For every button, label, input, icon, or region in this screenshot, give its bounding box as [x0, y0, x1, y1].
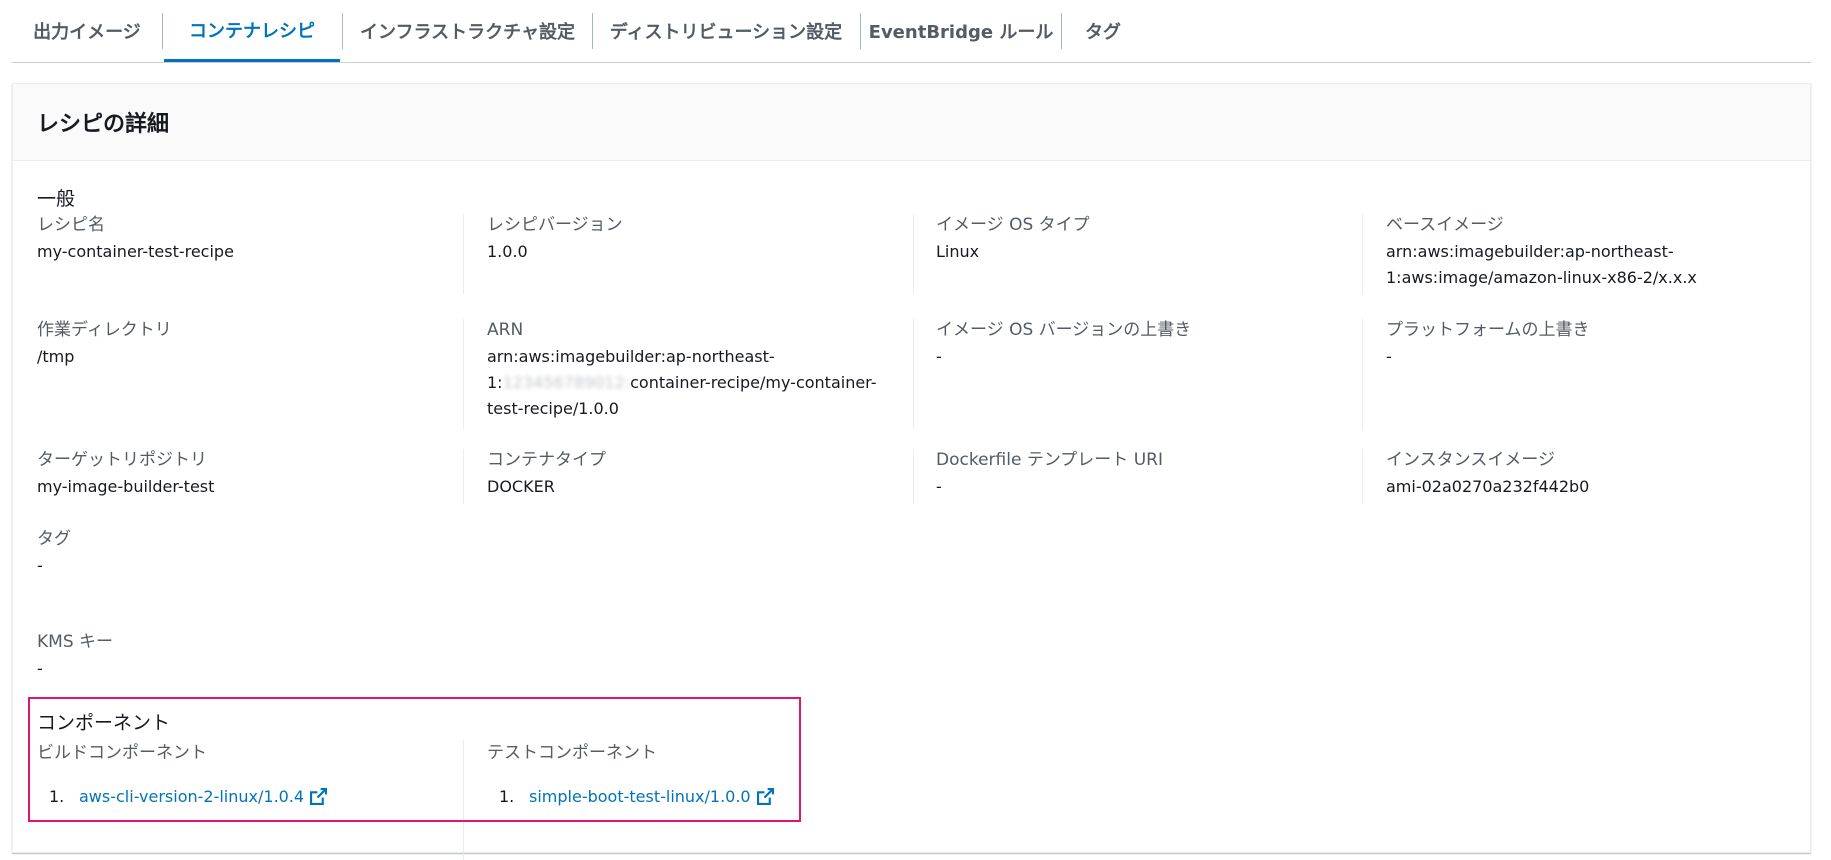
- field-value: Linux: [936, 242, 980, 261]
- field-label: イメージ OS タイプ: [936, 215, 1090, 235]
- field-value: my-image-builder-test: [37, 477, 215, 496]
- tags-field: タグ -: [37, 526, 71, 579]
- column-divider: [463, 319, 464, 429]
- tab-eventbridge-rules[interactable]: EventBridge ルール: [862, 0, 1060, 62]
- tab-divider: [592, 13, 593, 49]
- image-os-type-field: イメージ OS タイプ Linux: [936, 212, 1090, 265]
- field-label: Dockerfile テンプレート URI: [936, 450, 1163, 470]
- field-value: arn:aws:imagebuilder:ap-northeast- 1:aws…: [1386, 239, 1697, 291]
- field-value: DOCKER: [487, 477, 555, 496]
- field-value: 1.0.0: [487, 242, 528, 261]
- column-divider: [913, 214, 914, 294]
- column-divider: [1362, 319, 1363, 429]
- field-label: レシピ名: [37, 215, 105, 235]
- field-label: KMS キー: [37, 632, 114, 652]
- field-value: -: [37, 659, 43, 678]
- arn-suffix: container-recipe/my-container-: [630, 373, 877, 392]
- column-divider: [1362, 214, 1363, 294]
- tab-bar: 出力イメージ コンテナレシピ インフラストラクチャ設定 ディストリビューション設…: [12, 0, 1811, 63]
- field-label: コンテナタイプ: [487, 450, 606, 470]
- field-value-line: 1:aws:image/amazon-linux-x86-2/x.x.x: [1386, 268, 1697, 287]
- platform-override-field: プラットフォームの上書き -: [1386, 317, 1590, 370]
- tab-divider: [162, 13, 163, 49]
- tab-container-recipe[interactable]: コンテナレシピ: [164, 0, 340, 62]
- tab-divider: [860, 13, 861, 49]
- field-label: ARN: [487, 320, 524, 340]
- field-label: ターゲットリポジトリ: [37, 450, 207, 470]
- field-value-line: 1:123456789012:container-recipe/my-conta…: [487, 370, 877, 396]
- tab-output-images[interactable]: 出力イメージ: [12, 0, 162, 62]
- field-label: 作業ディレクトリ: [37, 320, 172, 340]
- column-divider: [913, 449, 914, 504]
- column-divider: [913, 319, 914, 429]
- general-heading: 一般: [37, 188, 76, 210]
- recipe-name-field: レシピ名 my-container-test-recipe: [37, 212, 234, 265]
- field-value: ami-02a0270a232f442b0: [1386, 477, 1590, 496]
- recipe-version-field: レシピバージョン 1.0.0: [487, 212, 623, 265]
- panel-title: レシピの詳細: [37, 112, 170, 137]
- field-value: -: [37, 556, 43, 575]
- column-divider: [1362, 449, 1363, 504]
- kms-key-field: KMS キー -: [37, 629, 113, 682]
- arn-prefix: 1:: [487, 373, 503, 392]
- field-value-line: arn:aws:imagebuilder:ap-northeast-: [1386, 242, 1674, 261]
- field-value-line: arn:aws:imagebuilder:ap-northeast-: [487, 347, 775, 366]
- field-value: -: [1386, 347, 1392, 366]
- field-value: arn:aws:imagebuilder:ap-northeast- 1:123…: [487, 344, 877, 422]
- redacted-account-id: 123456789012:: [502, 373, 631, 392]
- column-divider: [463, 214, 464, 294]
- base-image-field: ベースイメージ arn:aws:imagebuilder:ap-northeas…: [1386, 212, 1697, 291]
- panel-header: レシピの詳細: [13, 84, 1810, 161]
- field-label: イメージ OS バージョンの上書き: [936, 320, 1192, 340]
- working-directory-field: 作業ディレクトリ /tmp: [37, 317, 172, 370]
- arn-field: ARN arn:aws:imagebuilder:ap-northeast- 1…: [487, 317, 877, 422]
- field-value: my-container-test-recipe: [37, 242, 234, 261]
- tab-divider: [342, 13, 343, 49]
- column-divider: [463, 449, 464, 504]
- field-label: インスタンスイメージ: [1386, 450, 1555, 470]
- tab-divider: [1061, 13, 1062, 49]
- target-repository-field: ターゲットリポジトリ my-image-builder-test: [37, 447, 214, 500]
- dockerfile-template-uri-field: Dockerfile テンプレート URI -: [936, 447, 1163, 500]
- field-value-line: test-recipe/1.0.0: [487, 399, 619, 418]
- field-label: ベースイメージ: [1386, 215, 1504, 235]
- field-value: -: [936, 347, 942, 366]
- tab-tags[interactable]: タグ: [1063, 0, 1143, 62]
- components-highlight-box: [28, 697, 801, 822]
- os-version-override-field: イメージ OS バージョンの上書き -: [936, 317, 1191, 370]
- field-value: /tmp: [37, 347, 75, 366]
- field-label: レシピバージョン: [487, 215, 623, 235]
- field-label: プラットフォームの上書き: [1386, 320, 1590, 340]
- field-label: タグ: [37, 529, 71, 549]
- tab-infrastructure[interactable]: インフラストラクチャ設定: [344, 0, 591, 62]
- field-value: -: [936, 477, 942, 496]
- container-type-field: コンテナタイプ DOCKER: [487, 447, 606, 500]
- tab-distribution[interactable]: ディストリビューション設定: [594, 0, 858, 62]
- instance-image-field: インスタンスイメージ ami-02a0270a232f442b0: [1386, 447, 1589, 500]
